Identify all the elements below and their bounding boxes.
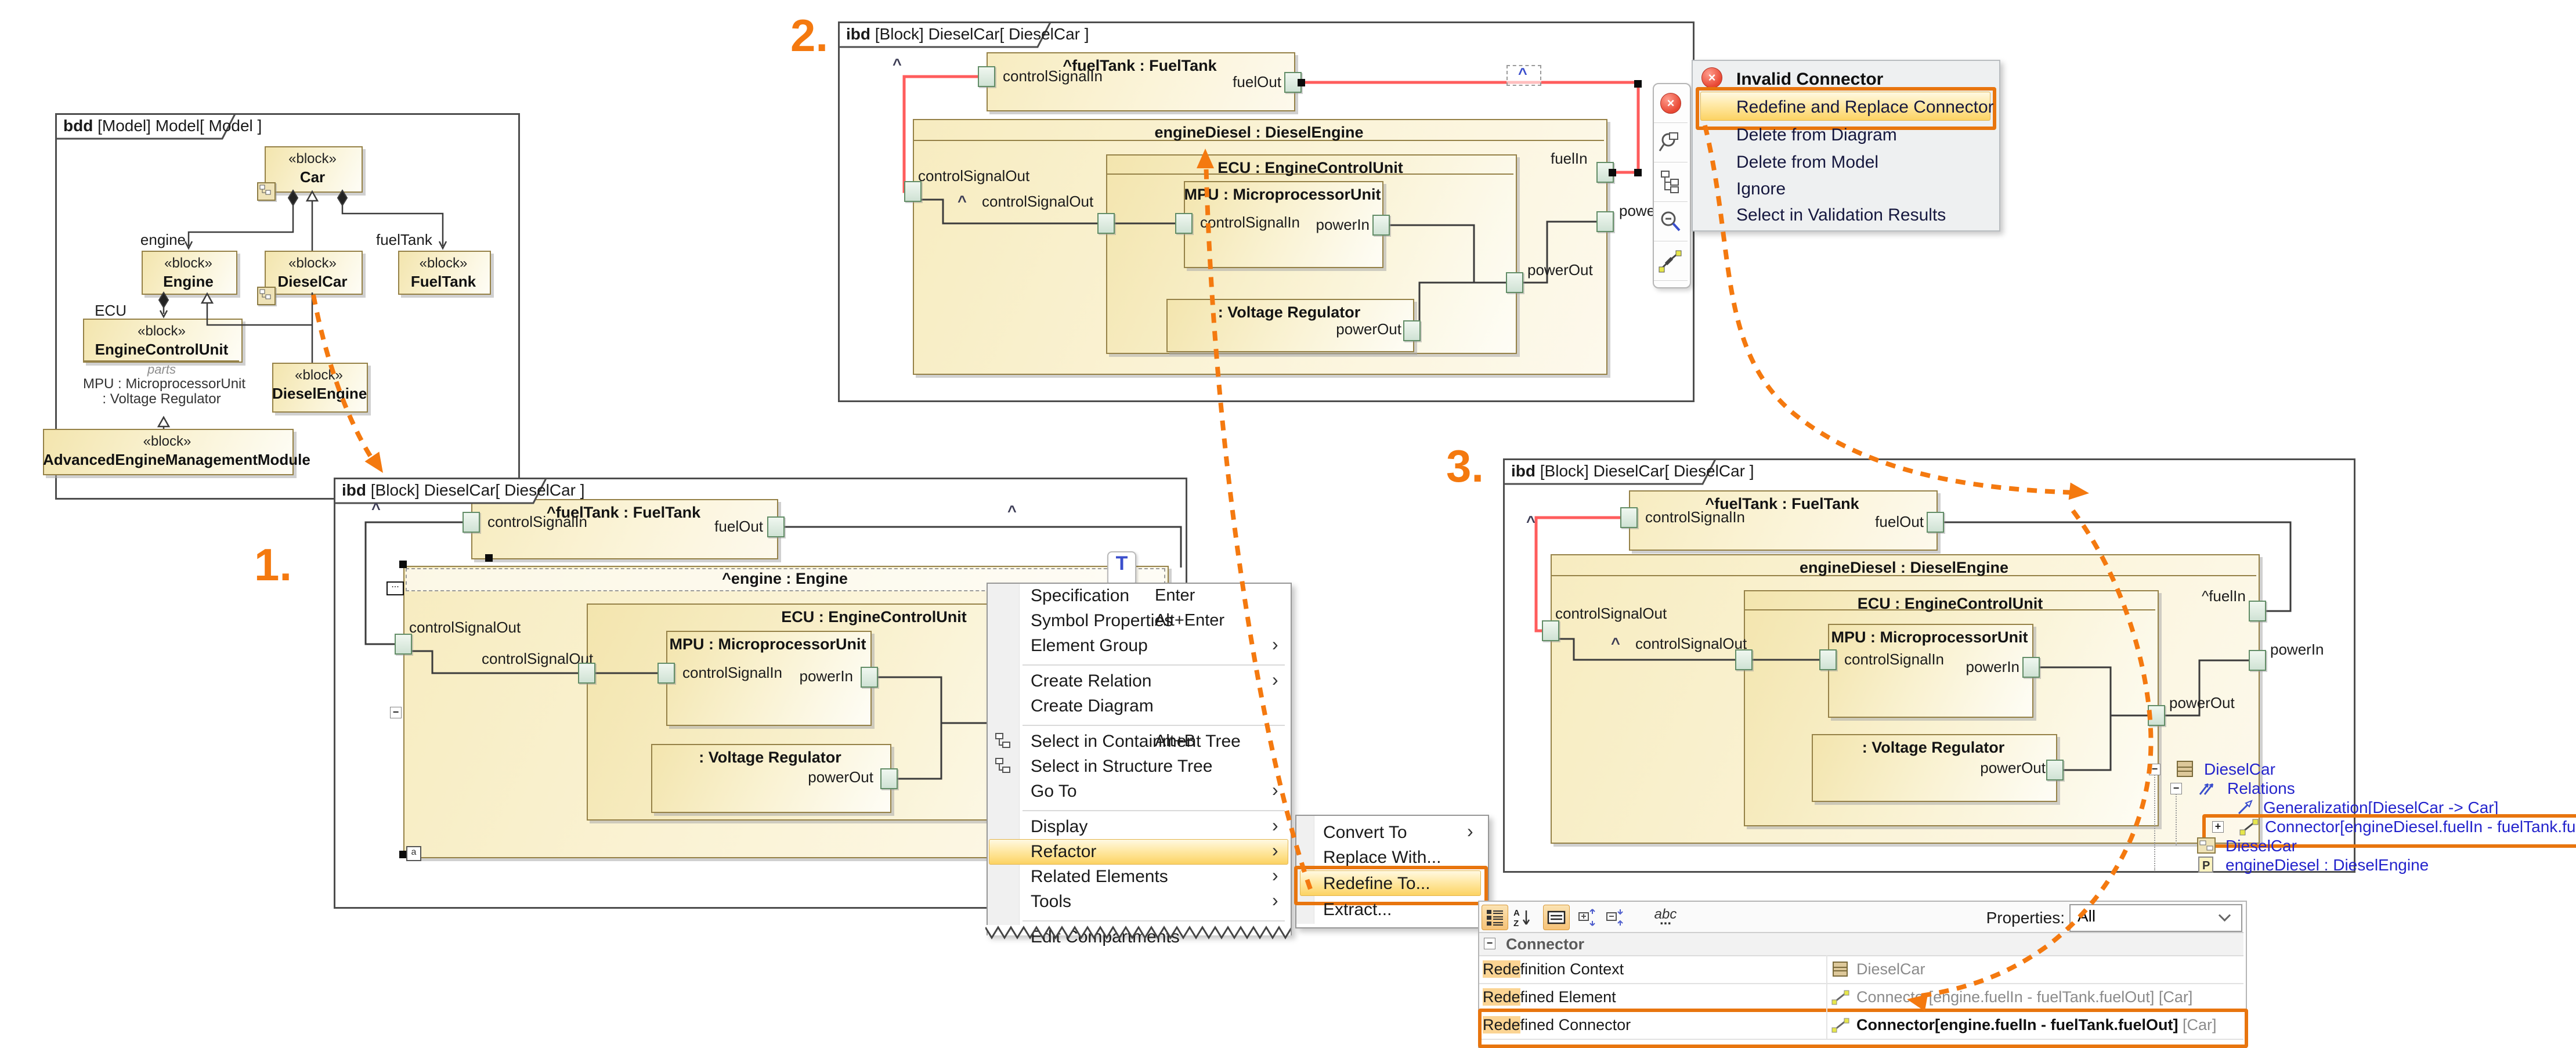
menu-item-select-in-structure-tree[interactable]: Select in Structure Tree [1031, 757, 1222, 778]
tree-expand-toggle[interactable]: − [2149, 764, 2160, 775]
submenu-item-extract-[interactable]: Extract... [1323, 900, 1457, 921]
expand-all-button[interactable] [1574, 905, 1601, 930]
error-button[interactable]: × [1654, 84, 1688, 123]
tree-expand-toggle[interactable]: − [2170, 783, 2182, 794]
menu-shortcut: Alt+B [1155, 732, 1280, 753]
zoom-to-selection-button[interactable] [1654, 122, 1688, 162]
label-rest: fined Element [1520, 988, 1616, 1006]
menu-shortcut: Alt+Enter [1155, 611, 1280, 632]
magicdraw-redefine-connector-tutorial: bdd [Model] Model[ Model ]«block»Car«blo… [0, 0, 2576, 1048]
submenu-item-redefine-to-[interactable]: Redefine To... [1323, 874, 1457, 895]
connector-tool-button[interactable] [1654, 241, 1688, 281]
popup-item-select-in-validation-results[interactable]: Select in Validation Results [1736, 205, 1986, 226]
label-match-highlight: Rede [1483, 960, 1520, 978]
popup-item-delete-from-model[interactable]: Delete from Model [1736, 153, 1986, 174]
value-text: Connector[engine.fuelIn - fuelTank.fuelO… [1856, 988, 2154, 1006]
submenu-arrow-icon: › [1272, 890, 1286, 910]
svg-text:Z: Z [1513, 919, 1519, 928]
zoom-out-button-glyph [1658, 208, 1683, 234]
tree-item-diagram[interactable]: DieselCar [2225, 837, 2297, 855]
menu-separator [1023, 664, 1285, 666]
submenu-arrow-icon: › [1272, 865, 1286, 886]
popup-item-redefine-and-replace-connector[interactable]: Redefine and Replace Connector [1736, 97, 1986, 118]
value-text: DieselCar [1856, 960, 1925, 978]
collapse-all-button[interactable] [1602, 905, 1629, 930]
submenu-arrow-icon: › [1272, 634, 1286, 655]
alphabetical-sort-button[interactable]: AZ [1509, 905, 1536, 930]
menu-torn-edge [985, 925, 1291, 940]
structure-tree-icon [993, 757, 1013, 776]
connector-icon [2238, 818, 2261, 836]
submenu-arrow-icon: › [1272, 815, 1286, 836]
part-icon: P [2196, 856, 2220, 874]
tree-guide-line [2176, 792, 2178, 845]
expand-all-button-glyph [1577, 907, 1598, 928]
label-match-highlight: Rede [1483, 988, 1520, 1006]
properties-column-divider [1826, 955, 1827, 1039]
menu-separator [1023, 920, 1285, 921]
menu-item-refactor[interactable]: Refactor [1031, 842, 1222, 863]
section-collapse-toggle[interactable]: − [1484, 938, 1495, 949]
submenu-item-convert-to[interactable]: Convert To [1323, 823, 1457, 844]
menu-item-go-to[interactable]: Go To [1031, 782, 1222, 803]
tree-item-connector[interactable]: Connector[engineDiesel.fuelIn - fuelTank… [2265, 818, 2576, 836]
collapse-all-button-glyph [1605, 907, 1626, 928]
categorized-view-button-glyph [1484, 907, 1505, 928]
abc-filter-button[interactable]: abc... [1650, 905, 1681, 930]
connector-tool-button-glyph [1658, 248, 1683, 273]
properties-filter-label: Properties: [1978, 909, 2065, 928]
tree-expand-toggle[interactable]: + [2212, 821, 2224, 833]
label-rest: finition Context [1520, 960, 1624, 978]
submenu-arrow-icon: › [1272, 779, 1286, 800]
menu-item-related-elements[interactable]: Related Elements [1031, 867, 1222, 888]
tree-item-part[interactable]: engineDiesel : DieselEngine [2225, 856, 2429, 874]
submenu-arrow-icon: › [1272, 669, 1286, 690]
menu-item-element-group[interactable]: Element Group [1031, 636, 1222, 657]
tree-item-block[interactable]: DieselCar [2204, 760, 2275, 779]
popup-item-ignore[interactable]: Ignore [1736, 179, 1986, 200]
properties-filter-value: All [2078, 907, 2194, 926]
expand-view-button-glyph [1546, 907, 1567, 928]
menu-shortcut: Enter [1155, 586, 1280, 607]
property-label: Redefinition Context [1483, 960, 1825, 980]
relations-icon [2196, 779, 2220, 798]
zoom-to-selection-button-glyph [1658, 129, 1683, 155]
value-suffix: [Car] [2154, 988, 2192, 1006]
submenu-arrow-icon: › [1272, 840, 1286, 861]
ellipsis-glyph: ... [1660, 915, 1671, 926]
properties-section-title: Connector [1506, 935, 1680, 954]
containment-tree-icon [993, 732, 1013, 751]
redefined-connector-highlight-box [1478, 1009, 2248, 1048]
error-x-icon: × [1660, 93, 1681, 114]
connector-icon [1831, 989, 1852, 1006]
svg-text:A: A [1513, 908, 1520, 918]
menu-item-display[interactable]: Display [1031, 817, 1222, 838]
ui-layer: SpecificationEnterSymbol PropertiesAlt+E… [0, 0, 2576, 1048]
zoom-out-button[interactable] [1654, 201, 1688, 241]
expand-view-button[interactable] [1543, 905, 1570, 930]
svg-text:P: P [2202, 859, 2210, 872]
select-in-tree-button[interactable] [1654, 162, 1688, 202]
property-value[interactable]: Connector[engine.fuelIn - fuelTank.fuelO… [1856, 988, 2239, 1008]
menu-separator [1023, 725, 1285, 726]
menu-item-create-relation[interactable]: Create Relation [1031, 671, 1222, 692]
alphabetical-sort-button-glyph: AZ [1512, 907, 1533, 928]
popup-error-icon: × [1701, 67, 1722, 88]
property-label: Redefined Element [1483, 988, 1825, 1008]
categorized-view-button[interactable] [1482, 905, 1508, 930]
menu-item-create-diagram[interactable]: Create Diagram [1031, 696, 1222, 717]
menu-separator [1023, 810, 1285, 811]
property-value[interactable]: DieselCar [1856, 960, 2239, 980]
tree-item-relations[interactable]: Relations [2227, 779, 2295, 798]
block-icon [2175, 760, 2198, 779]
diagram-icon [2196, 837, 2220, 855]
menu-item-tools[interactable]: Tools [1031, 892, 1222, 913]
tree-guide-line [2154, 773, 2156, 870]
block-icon [1831, 961, 1852, 978]
select-in-tree-button-glyph [1658, 169, 1683, 194]
popup-item-delete-from-diagram[interactable]: Delete from Diagram [1736, 125, 1986, 146]
submenu-arrow-icon: › [1467, 821, 1481, 841]
